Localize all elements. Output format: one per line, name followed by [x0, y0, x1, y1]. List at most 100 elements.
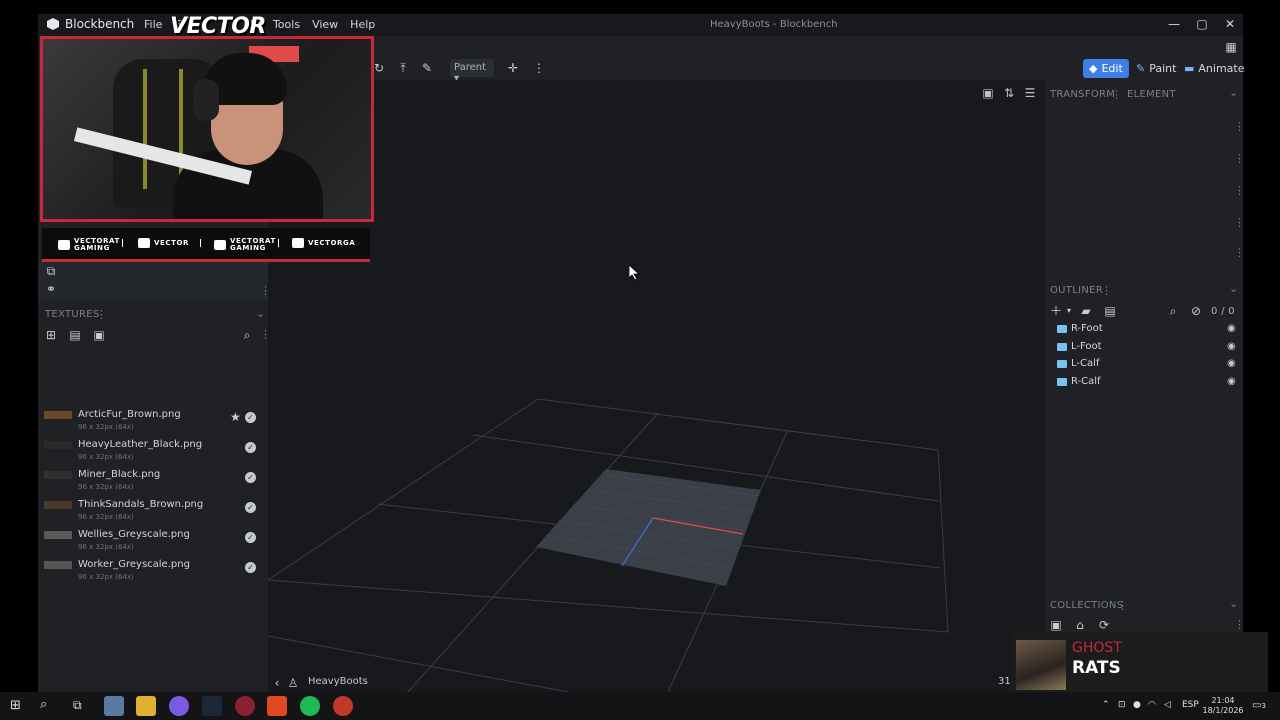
create-texture-icon[interactable]: ▤	[68, 328, 82, 342]
menu-view[interactable]: View	[308, 18, 346, 31]
textures-more-icon[interactable]: ⋮	[96, 308, 107, 321]
tray-language[interactable]: ESP	[1182, 700, 1199, 710]
app-icon-spotify[interactable]	[300, 696, 320, 716]
transform-row-menu-icon[interactable]: ⋮	[1234, 152, 1245, 165]
outliner-item[interactable]: R-Foot ◉	[1057, 322, 1237, 339]
outliner-collapse-icon[interactable]: ⌄	[1229, 282, 1238, 295]
transform-space-icon[interactable]: ✛	[506, 61, 520, 75]
app-icon-steam[interactable]	[202, 696, 222, 716]
transform-row-menu-icon[interactable]: ⋮	[1234, 120, 1245, 133]
texture-list-more-icon[interactable]: ⋮	[260, 328, 271, 341]
app-logo: Blockbench	[46, 17, 134, 31]
collection-hat-icon[interactable]: ⌂	[1073, 618, 1087, 632]
app-icon-chrome[interactable]	[333, 696, 353, 716]
check-icon[interactable]: ✓	[245, 472, 256, 483]
social-divider	[200, 239, 201, 247]
clock-time: 21:04	[1211, 696, 1235, 705]
taskbar-clock[interactable]: 21:04 18/1/2026	[1200, 696, 1246, 716]
texture-item[interactable]: HeavyLeather_Black.png 96 x 32px (64x) ✓	[38, 438, 268, 468]
mode-animate-button[interactable]: ▬ Animate	[1178, 59, 1251, 78]
collection-archive-icon[interactable]: ▣	[1049, 618, 1063, 632]
folder-icon	[1057, 325, 1067, 333]
outliner-more-icon[interactable]: ⋮	[1101, 284, 1112, 297]
minimize-button[interactable]: —	[1166, 17, 1182, 31]
app-icon-virtualbox[interactable]	[104, 696, 124, 716]
eye-icon[interactable]: ◉	[1227, 376, 1236, 387]
collections-list-more-icon[interactable]: ⋮	[1234, 618, 1245, 631]
collapse-arrow-icon[interactable]: ‹	[270, 676, 284, 690]
texture-item[interactable]: Wellies_Greyscale.png 96 x 32px (64x) ✓	[38, 528, 268, 558]
app-icon-discord[interactable]	[169, 696, 189, 716]
texture-item[interactable]: Miner_Black.png 96 x 32px (64x) ✓	[38, 468, 268, 498]
check-icon[interactable]: ✓	[245, 532, 256, 543]
outliner-item[interactable]: L-Foot ◉	[1057, 340, 1237, 357]
move-tool-icon[interactable]: ⤒	[396, 61, 410, 75]
mouse-cursor-icon	[629, 265, 641, 281]
eye-icon[interactable]: ◉	[1227, 323, 1236, 334]
transform-row-menu-icon[interactable]: ⋮	[1234, 184, 1245, 197]
import-texture-icon[interactable]: ⊞	[44, 328, 58, 342]
maximize-button[interactable]: ▢	[1194, 17, 1210, 31]
transform-more-icon[interactable]: ⋮	[1111, 88, 1122, 101]
tab-transform[interactable]: TRANSFORM	[1050, 89, 1115, 100]
3d-viewport[interactable]: ▣ ⇅ ☰	[268, 80, 1045, 692]
pivot-parent-dropdown[interactable]: Parent ▾	[450, 59, 494, 84]
texture-item[interactable]: ThinkSandals_Brown.png 96 x 32px (64x) ✓	[38, 498, 268, 528]
outliner-item[interactable]: R-Calf ◉	[1057, 375, 1237, 392]
notification-icon[interactable]: ▭3	[1252, 700, 1266, 711]
eye-icon[interactable]: ◉	[1227, 358, 1236, 369]
link-icon[interactable]: ⚭	[44, 282, 58, 296]
tray-chevron-icon[interactable]: ⌃	[1102, 700, 1110, 710]
brush-tool-icon[interactable]: ✎	[420, 61, 434, 75]
menu-tools[interactable]: Tools	[269, 18, 308, 31]
tray-network-icon[interactable]: ⊡	[1118, 700, 1126, 710]
panel-more-icon[interactable]: ⋮	[260, 284, 271, 297]
outliner-search-icon[interactable]: ⌕	[1166, 304, 1180, 318]
eye-icon[interactable]: ◉	[1227, 341, 1236, 352]
tray-mic-icon[interactable]: ●	[1133, 700, 1141, 710]
texture-folder-icon[interactable]: ▣	[92, 328, 106, 342]
app-icon-obs[interactable]	[235, 696, 255, 716]
tray-wifi-icon[interactable]: ◠	[1148, 700, 1156, 710]
texture-item[interactable]: Worker_Greyscale.png 96 x 32px (64x) ✓	[38, 558, 268, 588]
search-icon[interactable]: ⌕	[40, 697, 47, 712]
textures-collapse-icon[interactable]: ⌄	[256, 307, 265, 320]
texture-item[interactable]: ArcticFur_Brown.png 96 x 32px (64x) ★ ✓	[38, 408, 268, 438]
add-element-icon[interactable]: ＋	[1049, 304, 1063, 318]
menu-help[interactable]: Help	[346, 18, 383, 31]
collections-more-icon[interactable]: ⋮	[1117, 599, 1128, 612]
star-icon[interactable]: ★	[230, 410, 241, 424]
check-icon[interactable]: ✓	[245, 562, 256, 573]
check-icon[interactable]: ✓	[245, 412, 256, 423]
tab-element[interactable]: ELEMENT	[1127, 89, 1176, 100]
music-song: RATS	[1072, 658, 1121, 678]
windows-start-icon[interactable]: ⊞	[10, 698, 21, 713]
check-icon[interactable]: ✓	[245, 502, 256, 513]
collection-refresh-icon[interactable]: ⟳	[1097, 618, 1111, 632]
check-icon[interactable]: ✓	[245, 442, 256, 453]
transform-row-menu-icon[interactable]: ⋮	[1234, 246, 1245, 259]
menu-file[interactable]: File	[140, 18, 170, 31]
rotate-tool-icon[interactable]: ↻	[372, 61, 386, 75]
app-icon-explorer[interactable]	[136, 696, 156, 716]
app-name: Blockbench	[65, 17, 135, 31]
animate-mode-icon: ▬	[1184, 62, 1195, 75]
mode-edit-button[interactable]: ◆ Edit	[1083, 59, 1129, 78]
close-button[interactable]: ✕	[1222, 17, 1238, 31]
mode-paint-button[interactable]: ✎ Paint	[1130, 59, 1182, 78]
add-element-dropdown-icon[interactable]: ▾	[1062, 304, 1076, 318]
collections-collapse-icon[interactable]: ⌄	[1229, 597, 1238, 610]
layout-grid-icon[interactable]: ▦	[1224, 40, 1238, 54]
duplicate-icon[interactable]: ⧉	[44, 264, 58, 278]
texture-search-icon[interactable]: ⌕	[240, 328, 254, 342]
task-view-icon[interactable]: ⧉	[73, 698, 82, 713]
add-group-icon[interactable]: ▰	[1079, 304, 1093, 318]
outliner-options-icon[interactable]: ▤	[1103, 304, 1117, 318]
app-icon-brave[interactable]	[267, 696, 287, 716]
transform-collapse-icon[interactable]: ⌄	[1229, 86, 1238, 99]
toolbar-more-icon[interactable]: ⋮	[532, 61, 546, 75]
transform-row-menu-icon[interactable]: ⋮	[1234, 216, 1245, 229]
outliner-item[interactable]: L-Calf ◉	[1057, 357, 1237, 374]
attachment-icon[interactable]: ⊘	[1189, 304, 1203, 318]
tray-volume-icon[interactable]: ◁	[1164, 700, 1171, 710]
